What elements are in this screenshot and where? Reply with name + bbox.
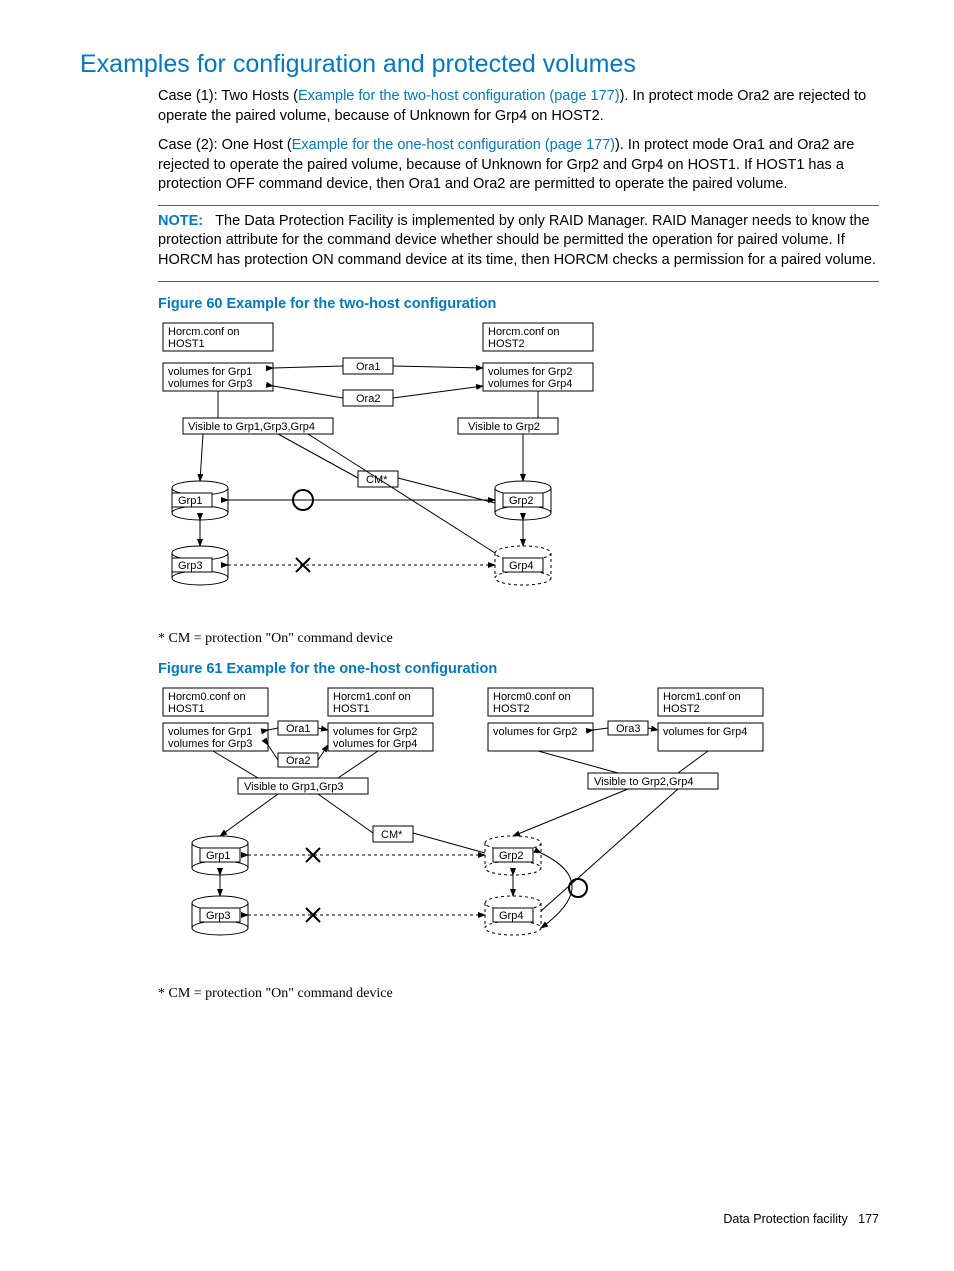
- svg-text:volumes for Grp3: volumes for Grp3: [168, 378, 252, 390]
- cylinder-grp1: Grp1: [172, 481, 228, 520]
- svg-text:Grp1: Grp1: [178, 495, 202, 507]
- svg-text:Horcm.conf on: Horcm.conf on: [488, 326, 560, 338]
- svg-figure60: Horcm.conf on HOST1 volumes for Grp1 vol…: [158, 318, 778, 618]
- svg-text:Horcm.conf on: Horcm.conf on: [168, 326, 240, 338]
- page-footer: Data Protection facility 177: [80, 1212, 879, 1226]
- svg-text:Visible to Grp1,Grp3: Visible to Grp1,Grp3: [244, 781, 343, 793]
- svg-text:volumes for Grp1: volumes for Grp1: [168, 366, 252, 378]
- svg-text:Grp4: Grp4: [509, 560, 533, 572]
- svg-text:Horcm1.conf on: Horcm1.conf on: [663, 691, 741, 703]
- link-one-host[interactable]: Example for the one-host configuration (…: [292, 137, 615, 153]
- cylinder-grp2: Grp2: [495, 481, 551, 520]
- figure61-footnote: * CM = protection "On" command device: [158, 986, 879, 1002]
- section-heading: Examples for configuration and protected…: [80, 50, 879, 79]
- svg-text:Ora1: Ora1: [356, 361, 380, 373]
- svg-text:HOST2: HOST2: [663, 703, 700, 715]
- divider: [158, 281, 879, 282]
- svg-text:Grp3: Grp3: [178, 560, 202, 572]
- svg-text:CM*: CM*: [381, 829, 403, 841]
- page-content: Examples for configuration and protected…: [0, 0, 954, 1266]
- body-text-block: Case (1): Two Hosts (Example for the two…: [158, 87, 879, 1002]
- note-text: The Data Protection Facility is implemen…: [158, 213, 876, 268]
- figure60-diagram: Horcm.conf on HOST1 volumes for Grp1 vol…: [158, 318, 879, 623]
- svg-figure61: Horcm0.conf on HOST1 Horcm1.conf on HOST…: [158, 683, 858, 973]
- figure60-footnote: * CM = protection "On" command device: [158, 631, 879, 647]
- paragraph-case2: Case (2): One Host (Example for the one-…: [158, 136, 879, 195]
- svg-text:volumes for Grp3: volumes for Grp3: [168, 738, 252, 750]
- svg-text:HOST1: HOST1: [168, 703, 205, 715]
- svg-text:Ora2: Ora2: [286, 755, 310, 767]
- svg-text:Grp3: Grp3: [206, 910, 230, 922]
- note-label: NOTE:: [158, 213, 203, 229]
- svg-text:volumes for Grp4: volumes for Grp4: [333, 738, 417, 750]
- svg-text:Horcm0.conf on: Horcm0.conf on: [493, 691, 571, 703]
- svg-text:Horcm1.conf on: Horcm1.conf on: [333, 691, 411, 703]
- text: Case (1): Two Hosts (: [158, 88, 298, 104]
- cylinder-grp4: Grp4: [495, 546, 551, 585]
- divider: [158, 205, 879, 206]
- svg-text:Visible to Grp1,Grp3,Grp4: Visible to Grp1,Grp3,Grp4: [188, 421, 315, 433]
- svg-text:HOST1: HOST1: [333, 703, 370, 715]
- svg-text:Ora2: Ora2: [356, 393, 380, 405]
- link-two-host[interactable]: Example for the two-host configuration (…: [298, 88, 620, 104]
- svg-text:volumes for Grp4: volumes for Grp4: [488, 378, 572, 390]
- svg-text:Grp4: Grp4: [499, 910, 523, 922]
- svg-text:Grp2: Grp2: [509, 495, 533, 507]
- footer-page-number: 177: [858, 1212, 879, 1226]
- text: Case (2): One Host (: [158, 137, 292, 153]
- svg-text:Ora3: Ora3: [616, 723, 640, 735]
- cylinder-grp3: Grp3: [172, 546, 228, 585]
- svg-text:volumes for Grp2: volumes for Grp2: [493, 726, 577, 738]
- svg-text:Visible to Grp2: Visible to Grp2: [468, 421, 540, 433]
- svg-text:Horcm0.conf on: Horcm0.conf on: [168, 691, 246, 703]
- svg-text:HOST2: HOST2: [493, 703, 530, 715]
- svg-text:volumes for Grp4: volumes for Grp4: [663, 726, 747, 738]
- svg-text:HOST1: HOST1: [168, 338, 205, 350]
- svg-text:volumes for Grp2: volumes for Grp2: [333, 726, 417, 738]
- svg-text:Grp1: Grp1: [206, 850, 230, 862]
- svg-text:HOST2: HOST2: [488, 338, 525, 350]
- figure61-diagram: Horcm0.conf on HOST1 Horcm1.conf on HOST…: [158, 683, 879, 978]
- svg-text:Visible to Grp2,Grp4: Visible to Grp2,Grp4: [594, 776, 693, 788]
- svg-text:volumes for Grp1: volumes for Grp1: [168, 726, 252, 738]
- footer-section: Data Protection facility: [723, 1212, 847, 1226]
- note-paragraph: NOTE: The Data Protection Facility is im…: [158, 212, 879, 271]
- svg-text:volumes for Grp2: volumes for Grp2: [488, 366, 572, 378]
- figure60-caption: Figure 60 Example for the two-host confi…: [158, 296, 879, 312]
- figure61-caption: Figure 61 Example for the one-host confi…: [158, 661, 879, 677]
- paragraph-case1: Case (1): Two Hosts (Example for the two…: [158, 87, 879, 126]
- svg-text:Ora1: Ora1: [286, 723, 310, 735]
- svg-text:CM*: CM*: [366, 474, 388, 486]
- svg-text:Grp2: Grp2: [499, 850, 523, 862]
